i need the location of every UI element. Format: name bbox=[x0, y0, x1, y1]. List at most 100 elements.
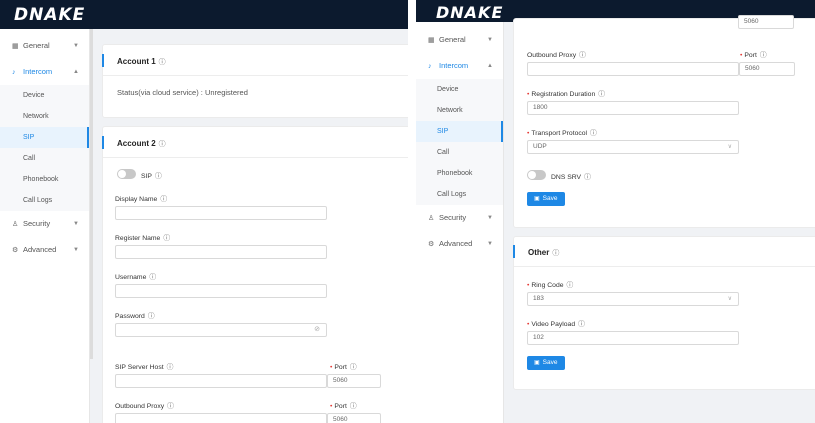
help-icon: ⓘ bbox=[160, 196, 168, 203]
other-title: Other ⓘ bbox=[528, 248, 560, 257]
sidebar-item-label: Advanced bbox=[23, 245, 57, 254]
gear-icon: ⚙ bbox=[12, 247, 19, 254]
help-icon[interactable]: ⓘ bbox=[159, 141, 166, 148]
help-icon: ⓘ bbox=[166, 364, 174, 371]
register-name-label: Register Name ⓘ bbox=[115, 235, 171, 242]
chevron-down-icon: ▼ bbox=[487, 37, 493, 43]
save-icon: ▣ bbox=[534, 196, 540, 202]
title-accent-bar bbox=[102, 136, 104, 149]
outbound-proxy-field[interactable] bbox=[115, 413, 327, 423]
outbound-proxy-label: Outbound Proxy ⓘ bbox=[115, 403, 174, 410]
eye-off-icon[interactable]: ⊘ bbox=[314, 324, 320, 336]
registration-duration-field[interactable]: 1800 bbox=[527, 101, 739, 115]
sidebar-item-advanced[interactable]: ⚙ Advanced ▼ bbox=[0, 237, 89, 263]
title-accent-bar bbox=[102, 54, 104, 67]
sidebar-subitem-sip[interactable]: SIP bbox=[0, 127, 89, 148]
dnake-logo: DNAKE bbox=[436, 3, 504, 22]
chevron-up-icon: ▲ bbox=[73, 69, 79, 75]
sidebar-subitem-phonebook[interactable]: Phonebook bbox=[416, 163, 503, 184]
sidebar-subitem-sip[interactable]: SIP bbox=[416, 121, 503, 142]
transport-protocol-select[interactable]: UDP ∨ bbox=[527, 140, 739, 154]
outbound-proxy-field[interactable] bbox=[527, 62, 739, 76]
dnake-logo: DNAKE bbox=[14, 5, 86, 25]
title-accent-bar bbox=[513, 245, 515, 258]
transport-protocol-label: • Transport Protocol ⓘ bbox=[527, 130, 597, 137]
register-name-field[interactable] bbox=[115, 245, 327, 259]
left-screenshot-pane: DNAKE ▦ General ▼ ♪ Intercom ▲ Device Netw… bbox=[0, 0, 408, 423]
sidebar-item-intercom[interactable]: ♪ Intercom ▲ bbox=[0, 59, 89, 85]
help-icon: ⓘ bbox=[163, 235, 171, 242]
outbound-port-field[interactable]: 5060 bbox=[327, 413, 381, 423]
divider bbox=[514, 266, 815, 267]
sidebar-subitem-phonebook[interactable]: Phonebook bbox=[0, 169, 89, 190]
sidebar-scrollbar[interactable] bbox=[90, 29, 93, 359]
pane-separator bbox=[408, 0, 416, 423]
password-field[interactable]: ⊘ bbox=[115, 323, 327, 337]
other-card: Other ⓘ • Ring Code ⓘ 183 ∨ • Video Payload ⓘ… bbox=[513, 236, 815, 390]
sidebar: ▦ General ▼ ♪ Intercom ▲ Device Network SI… bbox=[0, 29, 90, 423]
intercom-icon: ♪ bbox=[12, 69, 16, 76]
dns-srv-toggle[interactable] bbox=[527, 170, 546, 180]
display-name-field[interactable] bbox=[115, 206, 327, 220]
help-icon: ⓘ bbox=[579, 52, 586, 59]
chevron-down-icon: ▼ bbox=[487, 241, 493, 247]
registration-duration-label: • Registration Duration ⓘ bbox=[527, 91, 606, 98]
sidebar-subitem-call-logs[interactable]: Call Logs bbox=[0, 190, 89, 211]
sidebar-subitem-network[interactable]: Network bbox=[416, 100, 503, 121]
sidebar: ▦ General ▼ ♪ Intercom ▲ Device Network SI… bbox=[416, 22, 504, 423]
dns-srv-label: DNS SRV ⓘ bbox=[551, 174, 591, 181]
ring-code-select[interactable]: 183 ∨ bbox=[527, 292, 739, 306]
help-icon: ⓘ bbox=[149, 274, 157, 281]
save-button[interactable]: ▣ Save bbox=[527, 192, 565, 206]
port-label: • Port ⓘ bbox=[740, 52, 767, 59]
sidebar-item-security[interactable]: ♙ Security ▼ bbox=[416, 205, 503, 231]
sidebar-item-label: Intercom bbox=[439, 61, 469, 70]
outbound-port-label: • Port ⓘ bbox=[330, 403, 357, 410]
sidebar-subitem-device[interactable]: Device bbox=[0, 85, 89, 106]
sidebar-item-label: Security bbox=[23, 219, 51, 228]
user-icon: ♙ bbox=[428, 215, 435, 222]
sidebar-item-security[interactable]: ♙ Security ▼ bbox=[0, 211, 89, 237]
sidebar-subitem-call[interactable]: Call bbox=[0, 148, 89, 169]
help-icon: ⓘ bbox=[578, 321, 585, 328]
help-icon[interactable]: ⓘ bbox=[552, 250, 559, 257]
chevron-up-icon: ▲ bbox=[487, 63, 493, 69]
intercom-icon: ♪ bbox=[428, 63, 432, 70]
sip-toggle-label: SIP ⓘ bbox=[141, 173, 162, 180]
help-icon[interactable]: ⓘ bbox=[159, 59, 166, 66]
port-field[interactable]: 5060 bbox=[739, 62, 795, 76]
account2-card: Account 2 ⓘ SIP ⓘ Display Name ⓘ Register N… bbox=[102, 126, 408, 423]
port-field[interactable]: 5060 bbox=[327, 374, 381, 388]
account1-title: Account 1 ⓘ bbox=[117, 57, 166, 66]
save-button[interactable]: ▣ Save bbox=[527, 356, 565, 370]
top-port-field[interactable]: 5060 bbox=[738, 15, 794, 29]
sip-toggle[interactable] bbox=[117, 169, 136, 179]
help-icon: ⓘ bbox=[566, 282, 574, 289]
port-label: • Port ⓘ bbox=[330, 364, 357, 371]
video-payload-label: • Video Payload ⓘ bbox=[527, 321, 585, 328]
right-screenshot-pane: DNAKE ▦ General ▼ ♪ Intercom ▲ Device Netw… bbox=[416, 0, 815, 423]
sidebar-item-label: General bbox=[23, 41, 50, 50]
sip-server-host-field[interactable] bbox=[115, 374, 327, 388]
outbound-proxy-label: Outbound Proxy ⓘ bbox=[527, 52, 586, 59]
video-payload-field[interactable]: 102 bbox=[527, 331, 739, 345]
account-card-continued: 5060 Outbound Proxy ⓘ • Port ⓘ 5060 • Regist… bbox=[513, 15, 815, 228]
sidebar-item-general[interactable]: ▦ General ▼ bbox=[416, 27, 503, 53]
grid-icon: ▦ bbox=[428, 37, 435, 44]
ring-code-label: • Ring Code ⓘ bbox=[527, 282, 574, 289]
sidebar-subitem-device[interactable]: Device bbox=[416, 79, 503, 100]
sidebar-item-intercom[interactable]: ♪ Intercom ▲ bbox=[416, 53, 503, 79]
display-name-label: Display Name ⓘ bbox=[115, 196, 168, 203]
username-field[interactable] bbox=[115, 284, 327, 298]
password-label: Password ⓘ bbox=[115, 313, 155, 320]
sidebar-subitem-network[interactable]: Network bbox=[0, 106, 89, 127]
sidebar-item-advanced[interactable]: ⚙ Advanced ▼ bbox=[416, 231, 503, 257]
help-icon: ⓘ bbox=[598, 91, 606, 98]
sidebar-subitem-call[interactable]: Call bbox=[416, 142, 503, 163]
sidebar-item-general[interactable]: ▦ General ▼ bbox=[0, 33, 89, 59]
help-icon: ⓘ bbox=[349, 364, 357, 371]
help-icon: ⓘ bbox=[349, 403, 357, 410]
sidebar-subitem-call-logs[interactable]: Call Logs bbox=[416, 184, 503, 205]
chevron-down-icon: ▼ bbox=[487, 215, 493, 221]
sidebar-item-label: Advanced bbox=[439, 239, 473, 248]
